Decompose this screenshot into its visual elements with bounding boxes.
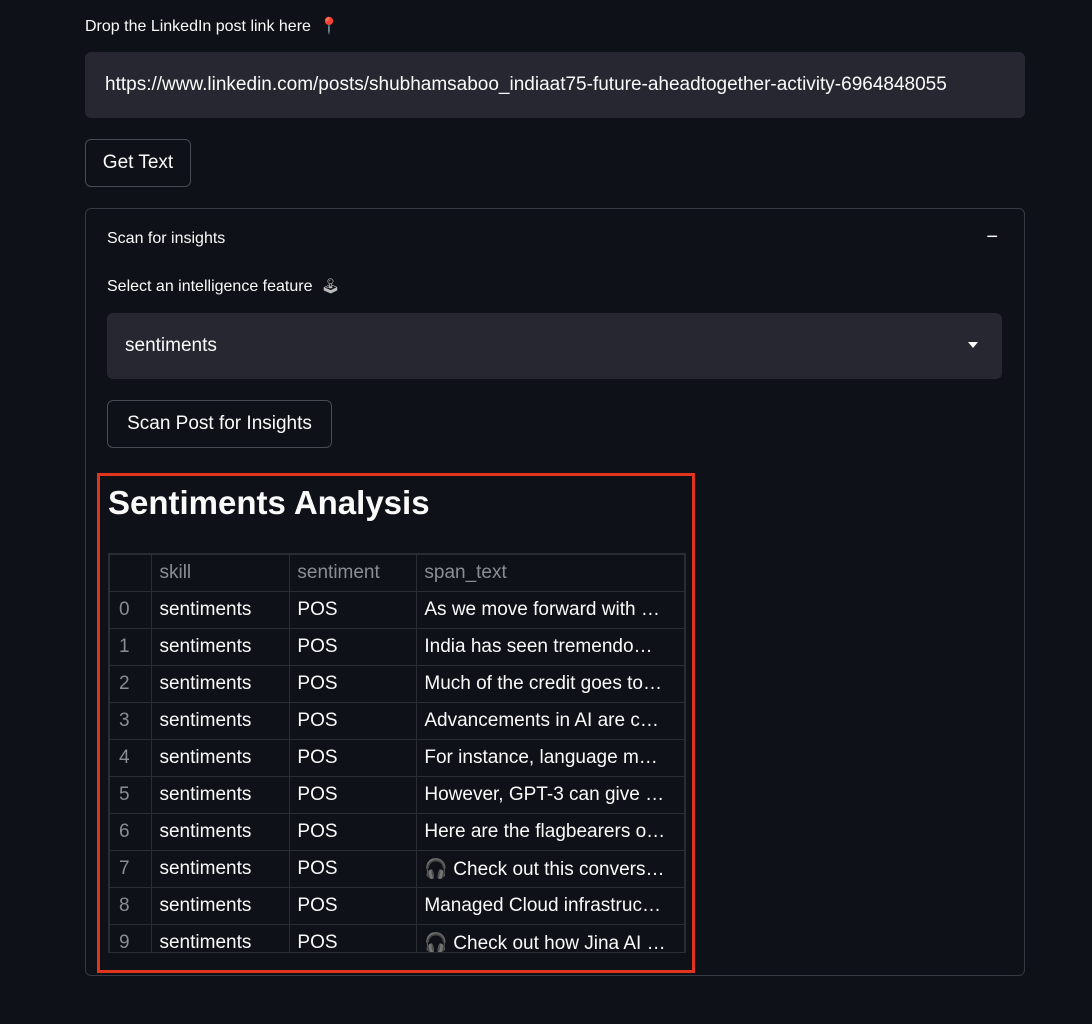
table-row[interactable]: 1 sentiments POS India has seen tremendo… bbox=[109, 628, 685, 666]
cell-skill[interactable]: sentiments bbox=[151, 739, 291, 777]
chevron-down-icon[interactable] bbox=[968, 342, 978, 348]
cell-skill[interactable]: sentiments bbox=[151, 628, 291, 666]
cell-sentiment[interactable]: POS bbox=[289, 702, 418, 740]
column-header-skill[interactable]: skill bbox=[151, 554, 291, 592]
collapse-icon[interactable]: − bbox=[986, 226, 998, 249]
cell-span-text[interactable]: For instance, language m… bbox=[416, 739, 685, 777]
cell-span-text[interactable]: However, GPT-3 can give … bbox=[416, 776, 685, 814]
link-label: Drop the LinkedIn post link here 📍 bbox=[85, 16, 339, 36]
cell-skill[interactable]: sentiments bbox=[151, 813, 291, 851]
cell-skill[interactable]: sentiments bbox=[151, 887, 291, 925]
cell-sentiment[interactable]: POS bbox=[289, 850, 418, 888]
cell-span-text[interactable]: Managed Cloud infrastruc… bbox=[416, 887, 685, 925]
cell-skill[interactable]: sentiments bbox=[151, 665, 291, 703]
cell-sentiment[interactable]: POS bbox=[289, 628, 418, 666]
feature-select[interactable]: sentiments bbox=[107, 313, 1002, 379]
link-label-text: Drop the LinkedIn post link here bbox=[85, 18, 311, 35]
cell-skill[interactable]: sentiments bbox=[151, 850, 291, 888]
table-row[interactable]: 2 sentiments POS Much of the credit goes… bbox=[109, 665, 685, 703]
table-row[interactable]: 0 sentiments POS As we move forward with… bbox=[109, 591, 685, 629]
row-index: 4 bbox=[109, 739, 153, 777]
cell-span-text[interactable]: 🎧 Check out how Jina AI … bbox=[416, 924, 685, 952]
row-index: 9 bbox=[109, 924, 153, 952]
cell-span-text[interactable]: As we move forward with … bbox=[416, 591, 685, 629]
row-index: 8 bbox=[109, 887, 153, 925]
pushpin-icon: 📍 bbox=[319, 18, 340, 35]
row-index: 1 bbox=[109, 628, 153, 666]
table-row[interactable]: 7 sentiments POS 🎧 Check out this conver… bbox=[109, 850, 685, 888]
cell-sentiment[interactable]: POS bbox=[289, 739, 418, 777]
feature-select-label-text: Select an intelligence feature bbox=[107, 278, 313, 295]
cell-skill[interactable]: sentiments bbox=[151, 924, 291, 952]
cell-skill[interactable]: sentiments bbox=[151, 776, 291, 814]
cell-sentiment[interactable]: POS bbox=[289, 924, 418, 952]
cell-sentiment[interactable]: POS bbox=[289, 887, 418, 925]
feature-select-value: sentiments bbox=[125, 335, 217, 356]
table-row[interactable]: 5 sentiments POS However, GPT-3 can give… bbox=[109, 776, 685, 814]
table-row[interactable]: 3 sentiments POS Advancements in AI are … bbox=[109, 702, 685, 740]
cell-skill[interactable]: sentiments bbox=[151, 591, 291, 629]
table-row[interactable]: 6 sentiments POS Here are the flagbearer… bbox=[109, 813, 685, 851]
cell-span-text[interactable]: 🎧 Check out this convers… bbox=[416, 850, 685, 888]
expander-title[interactable]: Scan for insights bbox=[107, 230, 225, 248]
row-index: 6 bbox=[109, 813, 153, 851]
get-text-button[interactable]: Get Text bbox=[85, 139, 191, 187]
row-index: 0 bbox=[109, 591, 153, 629]
cell-span-text[interactable]: Advancements in AI are c… bbox=[416, 702, 685, 740]
cell-span-text[interactable]: Much of the credit goes to… bbox=[416, 665, 685, 703]
scan-post-button[interactable]: Scan Post for Insights bbox=[107, 400, 332, 448]
cell-sentiment[interactable]: POS bbox=[289, 591, 418, 629]
column-header-sentiment[interactable]: sentiment bbox=[289, 554, 418, 592]
linkedin-url-input[interactable]: https://www.linkedin.com/posts/shubhamsa… bbox=[85, 52, 1025, 118]
row-index: 5 bbox=[109, 776, 153, 814]
cell-span-text[interactable]: India has seen tremendo… bbox=[416, 628, 685, 666]
table-header-row: skill sentiment span_text bbox=[109, 554, 685, 592]
cell-span-text[interactable]: Here are the flagbearers o… bbox=[416, 813, 685, 851]
joystick-icon: 🕹 bbox=[320, 278, 340, 295]
row-index: 3 bbox=[109, 702, 153, 740]
column-header-span-text[interactable]: span_text bbox=[416, 554, 685, 592]
results-table[interactable]: skill sentiment span_text 0 sentiments P… bbox=[108, 553, 686, 953]
cell-skill[interactable]: sentiments bbox=[151, 702, 291, 740]
row-index: 2 bbox=[109, 665, 153, 703]
table-row[interactable]: 9 sentiments POS 🎧 Check out how Jina AI… bbox=[109, 924, 685, 952]
results-title: Sentiments Analysis bbox=[108, 484, 430, 521]
row-index: 7 bbox=[109, 850, 153, 888]
table-row[interactable]: 4 sentiments POS For instance, language … bbox=[109, 739, 685, 777]
cell-sentiment[interactable]: POS bbox=[289, 813, 418, 851]
feature-select-label: Select an intelligence feature 🕹 bbox=[107, 277, 340, 296]
cell-sentiment[interactable]: POS bbox=[289, 776, 418, 814]
column-header-index[interactable] bbox=[109, 554, 153, 592]
cell-sentiment[interactable]: POS bbox=[289, 665, 418, 703]
table-row[interactable]: 8 sentiments POS Managed Cloud infrastru… bbox=[109, 887, 685, 925]
